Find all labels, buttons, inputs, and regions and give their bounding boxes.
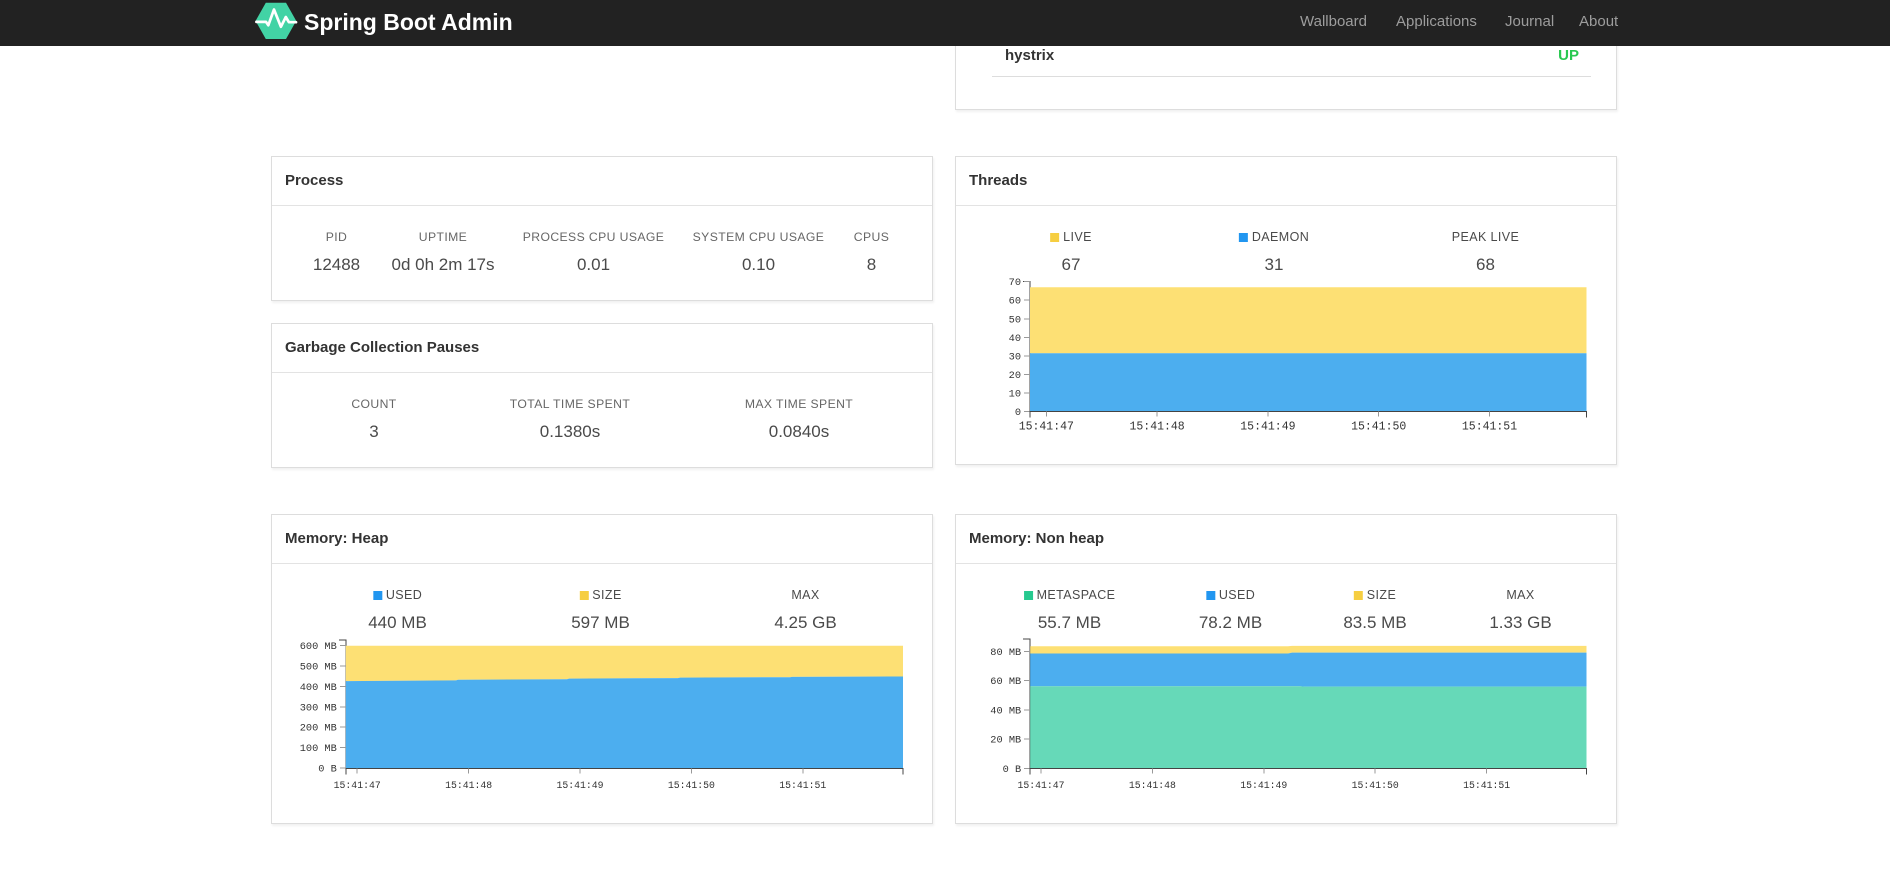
- svg-text:15:41:50: 15:41:50: [668, 780, 715, 791]
- svg-text:20 MB: 20 MB: [990, 735, 1021, 747]
- svg-text:20: 20: [1009, 370, 1021, 382]
- svg-text:600 MB: 600 MB: [300, 641, 337, 653]
- svg-text:100 MB: 100 MB: [300, 743, 337, 755]
- svg-text:15:41:51: 15:41:51: [1462, 420, 1517, 433]
- svg-text:15:41:47: 15:41:47: [334, 780, 381, 791]
- svg-text:15:41:50: 15:41:50: [1351, 420, 1406, 433]
- svg-text:60: 60: [1009, 296, 1021, 308]
- svg-text:50: 50: [1009, 314, 1021, 326]
- svg-text:40: 40: [1009, 333, 1021, 345]
- svg-text:400 MB: 400 MB: [300, 682, 337, 694]
- svg-text:500 MB: 500 MB: [300, 661, 337, 673]
- svg-text:15:41:47: 15:41:47: [1019, 420, 1074, 433]
- svg-text:15:41:49: 15:41:49: [556, 780, 603, 791]
- svg-text:0: 0: [1015, 407, 1021, 419]
- svg-text:80 MB: 80 MB: [990, 647, 1021, 659]
- svg-text:300 MB: 300 MB: [300, 702, 337, 714]
- svg-text:15:41:48: 15:41:48: [1129, 420, 1184, 433]
- svg-text:15:41:47: 15:41:47: [1017, 780, 1064, 791]
- svg-text:200 MB: 200 MB: [300, 723, 337, 735]
- svg-text:15:41:49: 15:41:49: [1240, 420, 1295, 433]
- svg-text:15:41:50: 15:41:50: [1352, 780, 1399, 791]
- svg-text:0 B: 0 B: [1003, 764, 1022, 776]
- svg-text:15:41:48: 15:41:48: [1129, 780, 1176, 791]
- svg-text:15:41:51: 15:41:51: [1463, 780, 1510, 791]
- svg-text:30: 30: [1009, 351, 1021, 363]
- svg-text:0 B: 0 B: [318, 764, 337, 776]
- svg-text:40 MB: 40 MB: [990, 705, 1021, 717]
- svg-text:15:41:49: 15:41:49: [1240, 780, 1287, 791]
- svg-text:60 MB: 60 MB: [990, 676, 1021, 688]
- svg-text:10: 10: [1009, 388, 1021, 400]
- svg-text:70: 70: [1009, 277, 1021, 289]
- svg-text:15:41:51: 15:41:51: [779, 780, 826, 791]
- svg-text:15:41:48: 15:41:48: [445, 780, 492, 791]
